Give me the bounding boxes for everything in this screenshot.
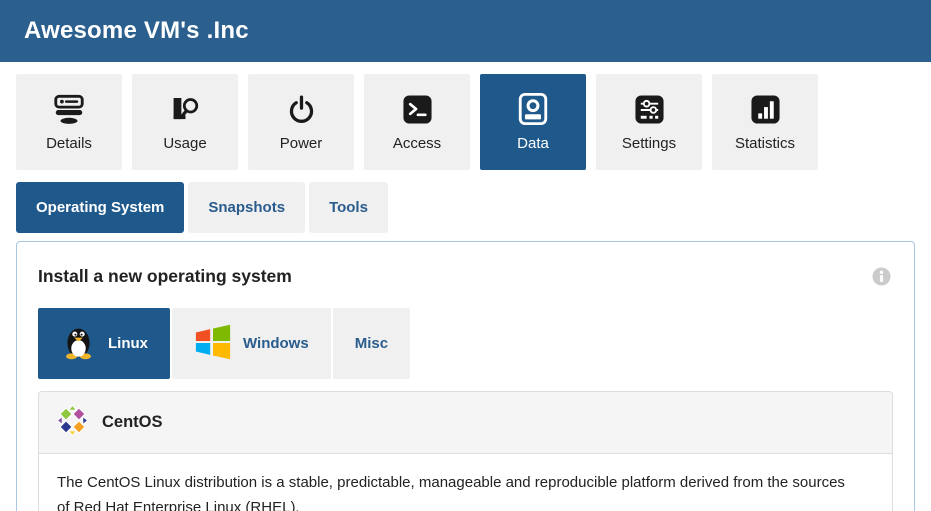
tab-access[interactable]: Access [364,74,470,170]
power-icon [285,92,318,126]
os-tab-misc-label: Misc [355,335,388,352]
tab-data[interactable]: Data [480,74,586,170]
tux-penguin-icon [60,322,97,366]
tab-details[interactable]: Details [16,74,122,170]
os-card-title: CentOS [102,413,163,432]
os-tab-windows-label: Windows [243,335,309,352]
hdd-icon [516,92,550,126]
os-tab-linux-label: Linux [108,335,148,352]
tab-access-label: Access [393,135,441,152]
tab-settings-label: Settings [622,135,676,152]
tab-settings[interactable]: Settings [596,74,702,170]
terminal-icon [402,92,433,126]
tab-usage[interactable]: Usage [132,74,238,170]
server-icon [52,92,86,126]
subtab-snapshots[interactable]: Snapshots [188,182,305,233]
tab-details-label: Details [46,135,92,152]
install-os-panel: Install a new operating system [16,241,915,511]
sliders-icon [634,92,665,126]
tab-data-label: Data [517,135,549,152]
os-card-header[interactable]: CentOS [39,392,892,454]
panel-title: Install a new operating system [38,260,893,287]
tab-statistics-label: Statistics [735,135,795,152]
os-card-centos: CentOS The CentOS Linux distribution is … [38,391,893,511]
main-tab-bar: Details Usage Power [0,62,931,170]
windows-logo-icon [194,323,232,365]
tab-usage-label: Usage [163,135,206,152]
os-tab-linux[interactable]: Linux [38,308,170,379]
app-title: Awesome VM's .Inc [24,17,249,45]
bar-chart-icon [750,92,781,126]
subtab-operating-system-label: Operating System [36,199,164,216]
info-icon[interactable] [872,267,891,286]
subtab-operating-system[interactable]: Operating System [16,182,184,233]
subtab-snapshots-label: Snapshots [208,199,285,216]
os-family-tab-bar: Linux Windows Misc [38,308,893,379]
sub-tab-bar: Operating System Snapshots Tools [0,170,931,233]
centos-logo-icon [57,405,88,441]
tab-statistics[interactable]: Statistics [712,74,818,170]
os-tab-misc[interactable]: Misc [333,308,410,379]
app-header: Awesome VM's .Inc [0,0,931,62]
os-description: The CentOS Linux distribution is a stabl… [39,454,879,511]
tab-power[interactable]: Power [248,74,354,170]
subtab-tools[interactable]: Tools [309,182,388,233]
subtab-tools-label: Tools [329,199,368,216]
os-tab-windows[interactable]: Windows [172,308,331,379]
usage-magnifier-icon [169,92,202,126]
tab-power-label: Power [280,135,323,152]
